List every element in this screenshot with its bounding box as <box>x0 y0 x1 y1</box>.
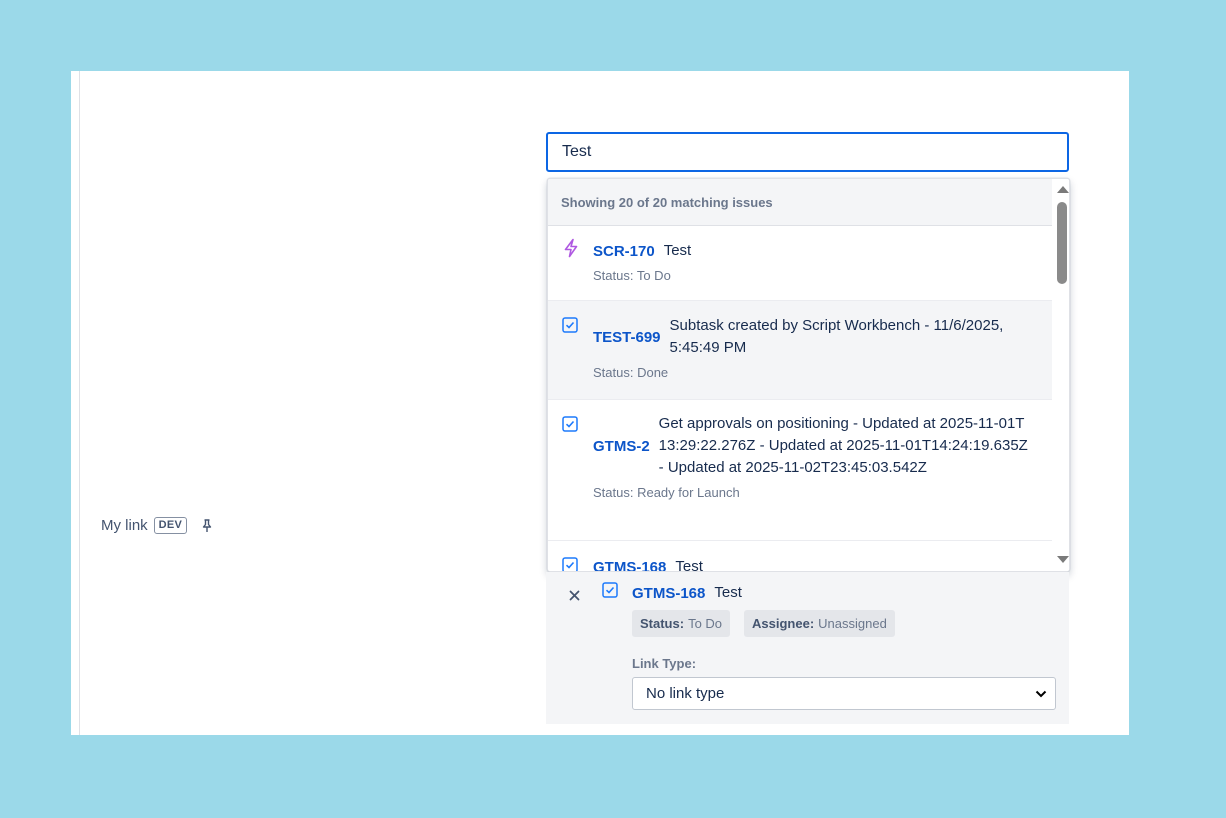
remove-link-button[interactable] <box>566 587 582 603</box>
issue-status: Status: Done <box>593 365 669 380</box>
assignee-label: Assignee: <box>752 616 815 631</box>
left-divider <box>79 71 80 735</box>
issue-status: Status: To Do <box>593 268 671 283</box>
dropdown-scrollbar[interactable] <box>1052 179 1069 571</box>
checkbox-icon <box>562 557 578 571</box>
checkbox-icon <box>562 416 578 437</box>
issue-summary: Get approvals on positioning - Updated a… <box>658 415 1028 476</box>
issue-key: GTMS-168 <box>593 558 667 572</box>
issue-key: TEST-699 <box>593 328 661 346</box>
results-count: Showing 20 of 20 matching issues <box>548 179 1052 226</box>
scroll-down-arrow-icon[interactable] <box>1057 556 1069 563</box>
dev-badge: DEV <box>153 517 188 534</box>
linked-issue-key[interactable]: GTMS-168 <box>632 585 705 602</box>
issue-option[interactable]: GTMS-2 Get approvals on positioning - Up… <box>548 400 1052 541</box>
field-label: My link <box>101 517 148 534</box>
issue-summary: Subtask created by Script Workbench - 11… <box>669 317 1004 356</box>
linked-issue-panel: GTMS-168 Test Status: To Do Assignee: Un… <box>546 572 1069 724</box>
issue-search-input[interactable] <box>546 132 1069 172</box>
chevron-down-icon <box>1035 690 1047 697</box>
close-icon <box>569 590 579 600</box>
issue-key: SCR-170 <box>593 242 655 260</box>
issue-suggestions-dropdown: Showing 20 of 20 matching issues SCR-170… <box>547 178 1070 572</box>
issue-summary: Test <box>663 242 692 259</box>
issue-summary: Test <box>675 558 703 572</box>
scroll-thumb[interactable] <box>1057 202 1067 284</box>
checkbox-icon <box>562 317 578 338</box>
link-type-label: Link Type: <box>632 656 697 671</box>
link-type-value: No link type <box>646 685 725 702</box>
linked-issue-summary: Test <box>714 584 742 601</box>
lightning-icon <box>562 238 580 263</box>
status-value: To Do <box>688 616 723 631</box>
pin-icon[interactable] <box>201 518 213 533</box>
issue-key: GTMS-2 <box>593 437 650 455</box>
assignee-badge: Assignee: Unassigned <box>744 610 895 637</box>
issue-option[interactable]: TEST-699 Subtask created by Script Workb… <box>548 301 1052 400</box>
link-type-select[interactable]: No link type <box>632 677 1056 710</box>
issue-option[interactable]: GTMS-168 Test <box>548 541 1052 572</box>
scroll-up-arrow-icon[interactable] <box>1057 186 1069 193</box>
assignee-value: Unassigned <box>818 616 887 631</box>
checkbox-icon <box>602 582 618 603</box>
field-label-row: My link DEV <box>101 517 213 534</box>
issue-status: Status: Ready for Launch <box>593 485 740 500</box>
status-label: Status: <box>640 616 685 631</box>
issue-option[interactable]: SCR-170 Test Status: To Do <box>548 226 1052 301</box>
status-badge: Status: To Do <box>632 610 731 637</box>
